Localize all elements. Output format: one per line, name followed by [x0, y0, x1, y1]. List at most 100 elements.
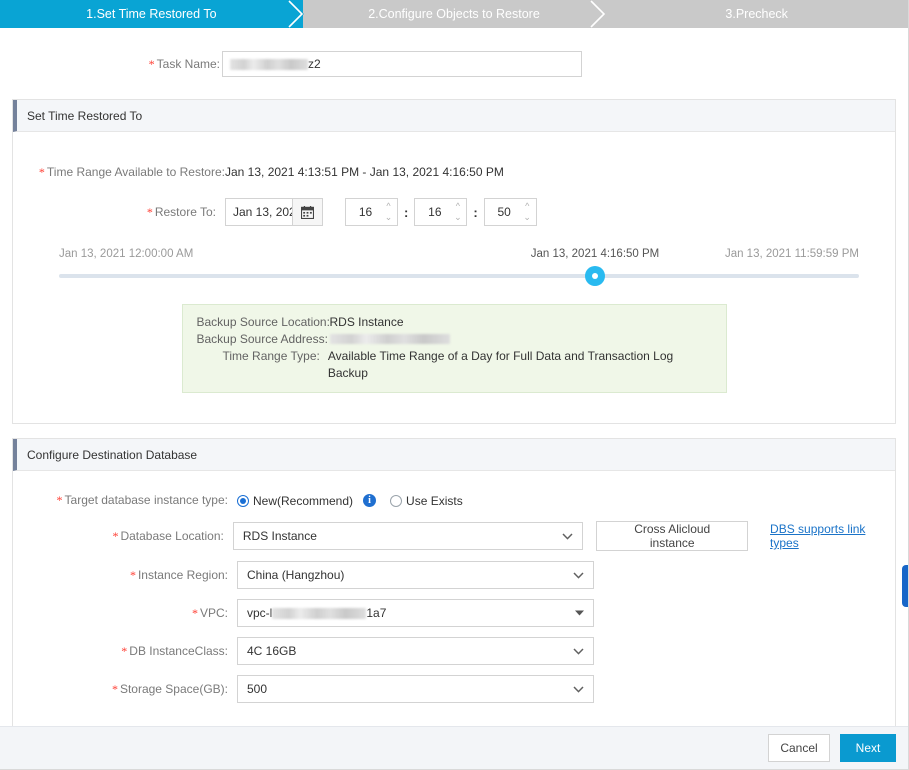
chevron-down-icon [573, 638, 584, 664]
second-stepper-arrows[interactable]: ^ ⌄ [521, 199, 534, 225]
wizard-step-2[interactable]: 2.Configure Objects to Restore [303, 0, 606, 28]
wizard-content: *Task Name: z2 Set Time Restored To *Tim… [0, 28, 908, 741]
caret-down-icon [575, 600, 584, 626]
db-instance-class-row: *DB InstanceClass: 4C 16GB [13, 637, 895, 665]
minute-stepper[interactable]: 16 ^ ⌄ [414, 198, 467, 226]
calendar-icon[interactable] [293, 198, 323, 226]
storage-space-select[interactable]: 500 [237, 675, 594, 703]
required-marker: * [121, 644, 127, 658]
time-range-type-label: Time Range Type: [197, 348, 328, 382]
wizard-step-3-label: 3.Precheck [725, 7, 788, 21]
restore-wizard-page: 1.Set Time Restored To 2.Configure Objec… [0, 0, 909, 770]
hour-stepper[interactable]: 16 ^ ⌄ [345, 198, 398, 226]
time-range-type-value: Available Time Range of a Day for Full D… [328, 348, 712, 382]
set-time-panel-title: Set Time Restored To [27, 109, 142, 123]
required-marker: * [147, 205, 153, 219]
vpc-row: *VPC: vpc-l 1a7 [13, 599, 895, 627]
database-location-label: *Database Location: [13, 529, 233, 544]
radio-new-recommend[interactable] [237, 495, 249, 507]
backup-source-address-value [330, 331, 450, 348]
radio-use-exists-label: Use Exists [406, 494, 463, 508]
destination-db-panel-title: Configure Destination Database [27, 448, 197, 462]
calendar-glyph [301, 206, 314, 219]
backup-source-location-label: Backup Source Location: [197, 314, 330, 331]
required-marker: * [192, 606, 198, 620]
instance-region-value: China (Hangzhou) [247, 568, 344, 582]
chevron-down-icon[interactable]: ⌄ [382, 212, 395, 223]
db-instance-class-value: 4C 16GB [247, 644, 296, 658]
next-button[interactable]: Next [840, 734, 896, 762]
slider-start-label: Jan 13, 2021 12:00:00 AM [59, 248, 193, 260]
cross-alicloud-instance-button[interactable]: Cross Alicloud instance [596, 521, 748, 551]
slider-labels: Jan 13, 2021 12:00:00 AM Jan 13, 2021 4:… [59, 248, 859, 264]
required-marker: * [149, 57, 155, 71]
database-location-select[interactable]: RDS Instance [233, 522, 584, 550]
time-range-available-label: *Time Range Available to Restore: [13, 165, 225, 180]
vpc-value-suffix: 1a7 [366, 606, 386, 620]
wizard-step-2-label: 2.Configure Objects to Restore [368, 7, 540, 21]
vpc-value-prefix: vpc-l [247, 606, 272, 620]
instance-region-label: *Instance Region: [13, 568, 237, 583]
restore-time-slider[interactable]: Jan 13, 2021 12:00:00 AM Jan 13, 2021 4:… [59, 226, 859, 278]
backup-info-row: Backup Source Location: RDS Instance [197, 314, 712, 331]
time-range-available-value: Jan 13, 2021 4:13:51 PM - Jan 13, 2021 4… [225, 165, 504, 179]
task-name-input[interactable]: z2 [222, 51, 582, 77]
database-location-value: RDS Instance [243, 529, 317, 543]
vpc-select[interactable]: vpc-l 1a7 [237, 599, 594, 627]
slider-thumb[interactable] [585, 266, 605, 286]
time-separator: : [398, 205, 414, 220]
chevron-down-icon[interactable]: ⌄ [451, 212, 464, 223]
destination-db-panel-header: Configure Destination Database [13, 439, 895, 471]
chevron-up-icon[interactable]: ^ [451, 201, 464, 212]
task-name-label: *Task Name: [0, 57, 220, 72]
redacted-text [330, 334, 450, 344]
chevron-up-icon[interactable]: ^ [382, 201, 395, 212]
chevron-up-icon[interactable]: ^ [521, 201, 534, 212]
restore-date-input[interactable]: Jan 13, 2021 [225, 198, 293, 226]
slider-end-label: Jan 13, 2021 11:59:59 PM [725, 248, 859, 260]
required-marker: * [112, 682, 118, 696]
redacted-text [230, 59, 308, 70]
task-name-row: *Task Name: z2 [0, 28, 908, 77]
cancel-button[interactable]: Cancel [768, 734, 830, 762]
wizard-step-1-label: 1.Set Time Restored To [86, 7, 216, 21]
hour-stepper-arrows[interactable]: ^ ⌄ [382, 199, 395, 225]
wizard-step-1[interactable]: 1.Set Time Restored To [0, 0, 303, 28]
database-location-row: *Database Location: RDS Instance Cross A… [13, 521, 895, 551]
radio-use-exists[interactable] [390, 495, 402, 507]
chevron-down-icon [562, 523, 573, 549]
wizard-step-bar: 1.Set Time Restored To 2.Configure Objec… [0, 0, 908, 28]
storage-space-row: *Storage Space(GB): 500 [13, 675, 895, 703]
wizard-footer: Cancel Next [0, 726, 908, 769]
dbs-supports-link-types-link[interactable]: DBS supports link types [770, 522, 895, 550]
time-separator: : [467, 205, 483, 220]
storage-space-value: 500 [247, 682, 267, 696]
chevron-down-icon[interactable]: ⌄ [521, 212, 534, 223]
backup-info-row: Backup Source Address: [197, 331, 712, 348]
info-icon[interactable]: i [363, 494, 376, 507]
feedback-edge-tab[interactable] [902, 565, 908, 607]
set-time-panel-body: *Time Range Available to Restore: Jan 13… [13, 132, 895, 423]
slider-thumb-dot [592, 273, 598, 279]
db-instance-class-label: *DB InstanceClass: [13, 644, 237, 659]
required-marker: * [39, 165, 45, 179]
instance-region-row: *Instance Region: China (Hangzhou) [13, 561, 895, 589]
radio-new-recommend-label: New(Recommend) [253, 494, 353, 508]
vpc-label: *VPC: [13, 606, 237, 621]
minute-stepper-arrows[interactable]: ^ ⌄ [451, 199, 464, 225]
slider-track[interactable] [59, 274, 859, 278]
redacted-text [272, 608, 366, 619]
required-marker: * [130, 568, 136, 582]
backup-source-location-value: RDS Instance [330, 314, 404, 331]
instance-region-select[interactable]: China (Hangzhou) [237, 561, 594, 589]
restore-to-row: *Restore To: Jan 13, 2021 [13, 180, 895, 226]
backup-source-info-box: Backup Source Location: RDS Instance Bac… [182, 304, 727, 393]
chevron-down-icon [573, 676, 584, 702]
step-arrow-icon [288, 0, 304, 28]
restore-date-value: Jan 13, 2021 [233, 205, 293, 219]
step-arrow-icon [590, 0, 606, 28]
second-stepper[interactable]: 50 ^ ⌄ [484, 198, 537, 226]
instance-type-row: *Target database instance type: New(Reco… [13, 493, 895, 508]
db-instance-class-select[interactable]: 4C 16GB [237, 637, 594, 665]
wizard-step-3[interactable]: 3.Precheck [605, 0, 908, 28]
